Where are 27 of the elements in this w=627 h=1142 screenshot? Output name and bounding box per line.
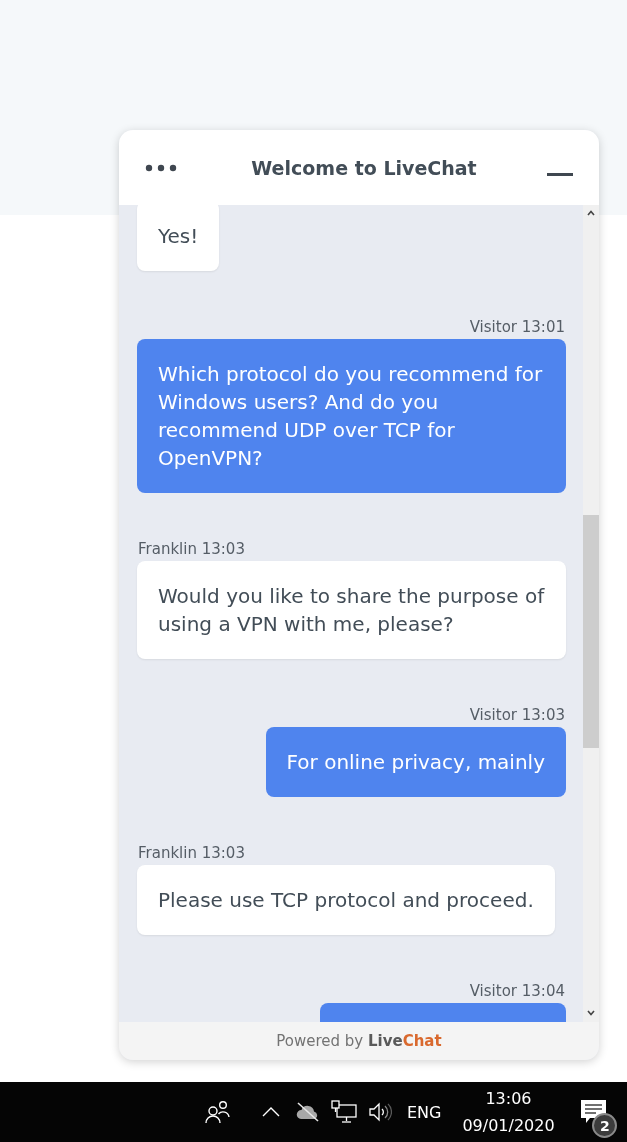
- message-author-time: Franklin 13:03: [137, 843, 246, 864]
- powered-by-link[interactable]: Powered by LiveChat: [276, 1032, 442, 1050]
- minimize-icon: [547, 173, 573, 176]
- cloud-slash-icon[interactable]: [295, 1102, 321, 1122]
- scrollbar-thumb[interactable]: [583, 515, 599, 748]
- message-author-time: Visitor 13:04: [468, 981, 566, 1002]
- notification-count-badge: 2: [592, 1113, 618, 1138]
- speaker-icon[interactable]: [368, 1102, 392, 1122]
- scrollbar[interactable]: [583, 205, 599, 1022]
- chat-title: Welcome to LiveChat: [251, 156, 477, 179]
- chevron-up-icon[interactable]: [262, 1107, 280, 1117]
- message-bubble: For online privacy, mainly: [265, 727, 566, 797]
- monitor-icon[interactable]: [331, 1100, 357, 1124]
- message-author-time: Franklin 13:03: [137, 539, 246, 560]
- message-bubble: Please use TCP protocol and proceed.: [137, 865, 555, 935]
- message-bubble: Yes!: [137, 205, 220, 271]
- message-bubble: Would you like to share the purpose of using a VPN with me, please?: [137, 561, 566, 659]
- message-author-time: Visitor 13:03: [468, 705, 566, 726]
- options-button[interactable]: [145, 163, 177, 172]
- message-author-time: Visitor 13:01: [468, 317, 566, 338]
- caret-up-icon[interactable]: [587, 210, 595, 216]
- clock[interactable]: 13:06 09/01/2020: [460, 1085, 557, 1139]
- caret-down-icon[interactable]: [587, 1010, 595, 1016]
- people-icon[interactable]: [204, 1100, 230, 1124]
- language-indicator[interactable]: ENG: [407, 1102, 442, 1122]
- message-bubble: Which protocol do you recommend for Windows users? And do you recommend UDP over TCP for OpenVPN?: [137, 339, 566, 493]
- dots-icon: [145, 163, 177, 172]
